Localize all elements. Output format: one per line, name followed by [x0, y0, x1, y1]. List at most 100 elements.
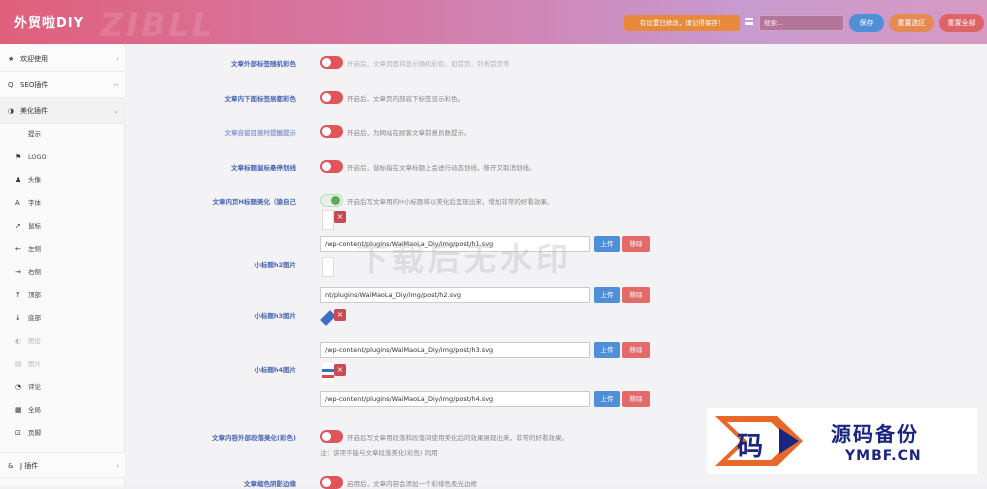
toggle-switch[interactable]	[320, 430, 343, 443]
close-icon[interactable]: ×	[334, 211, 346, 223]
toggle-switch[interactable]	[320, 476, 343, 489]
flag-icon: ⚑	[15, 153, 22, 161]
sidebar-subitem-font[interactable]: A 字体	[0, 192, 125, 215]
header-watermark: ZIBLL	[100, 6, 216, 44]
sidebar-subitem-label: LOGO	[28, 153, 47, 161]
arrow-right-icon: →	[15, 268, 21, 276]
sidebar-subitem-logo[interactable]: ⚑ LOGO	[0, 146, 125, 169]
toggle-switch[interactable]	[320, 160, 343, 173]
download-watermark: 下载后无水印	[356, 240, 573, 278]
ampersand-icon: &	[8, 462, 14, 470]
search-input[interactable]: 搜索...	[759, 15, 844, 31]
arrow-left-icon: ←	[15, 245, 21, 253]
sidebar-item-label: J 插件	[20, 462, 39, 470]
h3-remove-button[interactable]: 移除	[622, 342, 650, 358]
badge-logo-char: 码	[737, 432, 764, 462]
expand-all-icon[interactable]	[745, 18, 753, 25]
app-title: 外贸啦DIY	[14, 16, 85, 31]
close-icon[interactable]: ×	[334, 309, 346, 321]
font-icon: A	[15, 199, 20, 207]
setting-label: 小标题h3图片	[254, 312, 296, 320]
h2-upload-button[interactable]: 上传	[594, 287, 620, 303]
toggle-switch[interactable]	[320, 194, 343, 207]
setting-note: 注：该项不能与文章段落美化(彩色) 同用	[320, 449, 438, 457]
sidebar-subitem-bottom[interactable]: ↓ 底部	[0, 307, 125, 330]
sidebar-item-label: 欢迎使用	[20, 55, 48, 63]
sidebar-item-label: SEO插件	[20, 81, 49, 89]
sidebar-item-welcome[interactable]: ★ 欢迎使用 ›	[0, 46, 125, 72]
sidebar-subitem-label: 图片	[28, 360, 41, 368]
reset-section-button[interactable]: 重置选区	[889, 14, 934, 32]
setting-description: 开启后，文章页内部底下标签显示彩色。	[347, 95, 464, 103]
h4-image-preview: ×	[322, 363, 348, 383]
sidebar-subitem-tips[interactable]: 提示	[0, 123, 125, 146]
sidebar-subitem-image[interactable]: ▤ 图片	[0, 353, 125, 376]
sidebar-subitem-layer[interactable]: ◐ 图层	[0, 330, 125, 353]
sidebar-subitem-avatar[interactable]: ♟ 头像	[0, 169, 125, 192]
sidebar-subitem-footer[interactable]: ⊡ 页脚	[0, 422, 125, 445]
setting-description: 开启后，为网站在顾客文章前意员数提示。	[347, 129, 471, 137]
footer-icon: ⊡	[15, 429, 21, 437]
h2-remove-button[interactable]: 移除	[622, 287, 650, 303]
site-badge: 码 源码备份 YMBF.CN	[707, 408, 977, 474]
sidebar-subitem-left[interactable]: ← 左侧	[0, 238, 125, 261]
h1-upload-button[interactable]: 上传	[594, 236, 620, 252]
sidebar-subitem-mouse[interactable]: ➚ 鼠标	[0, 215, 125, 238]
setting-description: 启用后，文章内容会添加一个彩缘色柔光边框	[347, 480, 477, 488]
sidebar-subitem-global[interactable]: ▦ 全局	[0, 399, 125, 422]
close-icon[interactable]: ×	[334, 364, 346, 376]
setting-description: 开启后，文章页面将显示随机彩色，如首页，列表首页等	[347, 60, 510, 68]
chevron-code-icon: ‹›	[113, 81, 119, 89]
image-icon: ▤	[15, 360, 22, 368]
sidebar-subitem-top[interactable]: ↑ 顶部	[0, 284, 125, 307]
h2-image-path-input[interactable]: nt/plugins/WaiMaoLa_Diy/img/post/h2.svg	[320, 287, 590, 303]
sidebar-subitem-label: 鼠标	[28, 222, 41, 230]
setting-description: 开启后写文章用的H小标题将以美化后呈现出来，增加非常的好看效果。	[347, 198, 554, 206]
h1-remove-button[interactable]: 移除	[622, 236, 650, 252]
sidebar-subitem-label: 右侧	[28, 268, 41, 276]
sidebar-subitem-comment[interactable]: ◔ 评论	[0, 376, 125, 399]
sidebar-subitem-right[interactable]: → 右侧	[0, 261, 125, 284]
h3-upload-button[interactable]: 上传	[594, 342, 620, 358]
badge-title: 源码备份	[831, 422, 919, 446]
cursor-icon: ➚	[15, 222, 21, 230]
sidebar-subitem-label: 顶部	[28, 291, 41, 299]
sidebar-item-plugins[interactable]: & J 插件 ›	[0, 452, 125, 478]
reset-all-button[interactable]: 重置全部	[939, 14, 984, 32]
header: ZIBLL 外贸啦DIY 有设置已修改，请记得保存！ 搜索... 保存 重置选区…	[0, 0, 987, 44]
sidebar-item-seo[interactable]: Q SEO插件 ‹›	[0, 72, 125, 98]
arrow-down-icon: ↓	[15, 314, 21, 322]
save-button[interactable]: 保存	[849, 14, 884, 32]
badge-logo	[715, 416, 803, 466]
h4-image-path-input[interactable]: /wp-content/plugins/WaiMaoLa_Diy/img/pos…	[320, 391, 590, 407]
sidebar-subitem-label: 字体	[28, 199, 41, 207]
image-thumbnail	[322, 210, 334, 230]
chevron-down-icon: ⌄	[113, 107, 119, 115]
sidebar-subitem-label: 提示	[28, 130, 41, 138]
toggle-switch[interactable]	[320, 125, 343, 138]
toggle-switch[interactable]	[320, 56, 343, 69]
sidebar-item-beautify[interactable]: ◑ 美化插件 ⌄	[0, 98, 125, 124]
setting-label: 文章缩色阴影边缘	[244, 480, 296, 488]
h2-image-preview	[322, 257, 348, 277]
sidebar-subitem-label: 页脚	[28, 429, 41, 437]
setting-label: 文章内下面标签居都彩色	[224, 95, 297, 103]
sidebar-subitem-label: 全局	[28, 406, 41, 414]
h4-upload-button[interactable]: 上传	[594, 391, 620, 407]
sidebar-subitem-label: 头像	[28, 176, 41, 184]
user-icon: ♟	[15, 176, 22, 184]
toggle-switch[interactable]	[320, 91, 343, 104]
sidebar-subitem-label: 底部	[28, 314, 41, 322]
setting-label: 文章标题鼠标悬停划线	[231, 164, 296, 172]
chevron-right-icon: ›	[116, 462, 119, 470]
sidebar: ★ 欢迎使用 › Q SEO插件 ‹› ◑ 美化插件 ⌄ 提示 ⚑ LOGO ♟…	[0, 44, 125, 486]
setting-label: 文章内容外部段落美化(彩色)	[212, 434, 296, 442]
setting-label: 小标题h4图片	[254, 366, 296, 374]
image-thumbnail	[322, 257, 334, 277]
setting-label: 文章自留目居时提醒提示	[224, 129, 297, 137]
layer-icon: ◐	[15, 337, 22, 345]
h3-image-path-input[interactable]: /wp-content/plugins/WaiMaoLa_Diy/img/pos…	[320, 342, 590, 358]
h4-remove-button[interactable]: 移除	[622, 391, 650, 407]
sidebar-subitem-label: 左侧	[28, 245, 41, 253]
h1-image-preview: ×	[322, 210, 348, 230]
